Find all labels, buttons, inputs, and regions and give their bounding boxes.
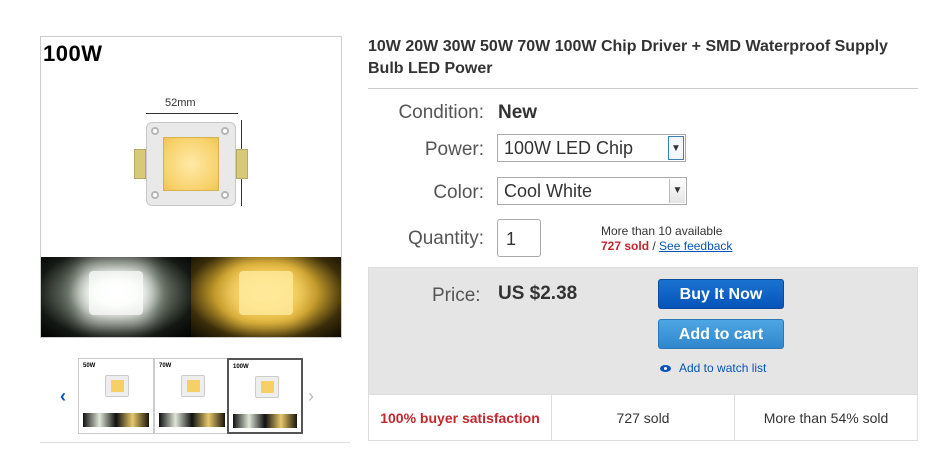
power-select-value: 100W LED Chip <box>504 138 634 158</box>
power-select[interactable]: 100W LED Chip ▼ <box>497 134 686 162</box>
divider <box>40 442 350 443</box>
percent-sold-stat: More than 54% sold <box>763 410 889 426</box>
buyer-satisfaction-stat: 100% buyer satisfaction <box>369 395 552 440</box>
quantity-input[interactable]: 1 <box>497 219 541 257</box>
thumbnail[interactable]: 50W <box>78 358 154 434</box>
color-select[interactable]: Cool White ▼ <box>497 177 687 205</box>
thumbnail-chip <box>255 376 279 398</box>
condition-value: New <box>498 102 538 123</box>
thumbnail-photo-strip <box>159 413 225 427</box>
price-label: Price: <box>432 285 481 306</box>
thumbnail-label: 70W <box>159 363 172 369</box>
chevron-right-icon[interactable]: › <box>308 386 314 407</box>
thumbnail-label: 100W <box>233 364 249 370</box>
separator: / <box>649 239 660 253</box>
sold-count: 727 sold <box>601 239 650 253</box>
eye-icon <box>660 365 671 372</box>
thumbnail[interactable]: 70W <box>154 358 230 434</box>
availability-text: More than 10 available <box>601 224 723 238</box>
chevron-down-icon[interactable]: ▼ <box>669 179 685 203</box>
color-label: Color: <box>433 182 484 203</box>
thumbnail-chip <box>181 375 205 397</box>
color-select-value: Cool White <box>504 181 593 201</box>
thumbnail-selected[interactable]: 100W <box>227 358 303 434</box>
thumbnail-photo-strip <box>83 413 149 427</box>
power-label: Power: <box>424 139 484 160</box>
add-to-cart-button[interactable]: Add to cart <box>658 319 784 349</box>
chip-terminal-right <box>236 149 248 179</box>
mounting-hole <box>221 127 229 135</box>
thumbnail-chip <box>105 375 129 397</box>
mounting-hole <box>221 191 229 199</box>
watch-list-label: Add to watch list <box>679 361 767 375</box>
cool-white-photo <box>41 257 191 337</box>
condition-label: Condition: <box>398 102 484 123</box>
main-product-image[interactable]: 100W 52mm 42mm <box>40 36 342 338</box>
chip-terminal-left <box>134 149 146 179</box>
listing-title: 10W 20W 30W 50W 70W 100W Chip Driver + S… <box>368 38 888 77</box>
mounting-hole <box>151 191 159 199</box>
led-phosphor-area <box>163 137 219 191</box>
sold-info: 727 sold / See feedback <box>601 239 732 253</box>
divider <box>368 88 918 89</box>
width-dimension-line <box>146 113 238 114</box>
stats-bar: 100% buyer satisfaction 727 sold More th… <box>369 394 917 440</box>
thumbnail-label: 50W <box>83 363 96 369</box>
buy-it-now-button[interactable]: Buy It Now <box>658 279 784 309</box>
quantity-label: Quantity: <box>407 228 484 249</box>
sold-stat: 727 sold <box>552 395 735 440</box>
mounting-hole <box>151 127 159 135</box>
price-value: US $2.38 <box>498 283 578 304</box>
thumbnail-photo-strip <box>233 414 297 428</box>
warm-white-photo <box>191 257 341 337</box>
chevron-left-icon[interactable]: ‹ <box>60 386 66 407</box>
add-to-watch-list-link[interactable]: Add to watch list <box>660 361 766 375</box>
chevron-down-icon[interactable]: ▼ <box>668 136 684 160</box>
see-feedback-link[interactable]: See feedback <box>659 239 732 253</box>
width-dimension-label: 52mm <box>165 97 196 109</box>
wattage-label: 100W <box>43 41 103 66</box>
